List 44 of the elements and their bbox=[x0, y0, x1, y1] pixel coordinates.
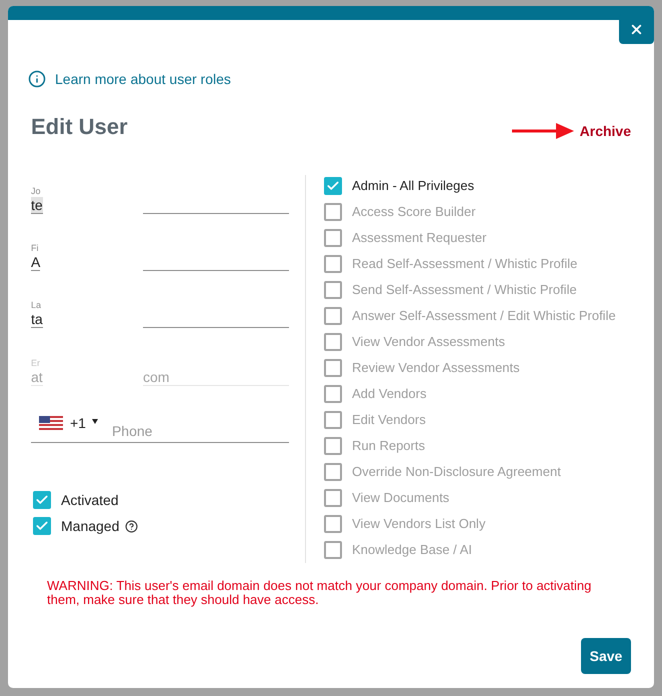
checkbox[interactable] bbox=[33, 491, 51, 509]
checkbox-label: Access Score Builder bbox=[352, 203, 476, 221]
checkbox-label: Override Non-Disclosure Agreement bbox=[352, 463, 561, 481]
field-label: Jo bbox=[31, 186, 41, 197]
checkbox-label: Activated bbox=[61, 491, 119, 509]
check-icon bbox=[35, 493, 49, 507]
checkbox-label: Run Reports bbox=[352, 437, 425, 455]
field-value: te bbox=[31, 197, 43, 214]
country-code: +1 bbox=[70, 414, 86, 432]
field-label: Fi bbox=[31, 243, 38, 254]
checkbox-label: Answer Self-Assessment / Edit Whistic Profile bbox=[352, 307, 616, 325]
check-icon bbox=[326, 179, 340, 193]
field-label: Er bbox=[31, 358, 40, 369]
checkbox[interactable] bbox=[33, 517, 51, 535]
save-button[interactable]: Save bbox=[581, 638, 631, 674]
caret-icon bbox=[92, 419, 98, 424]
checkbox-label: Assessment Requester bbox=[352, 229, 486, 247]
field-label: La bbox=[31, 300, 42, 311]
phone-field[interactable]: +1 Phone bbox=[31, 409, 289, 443]
checkbox-label: View Vendors List Only bbox=[352, 515, 486, 533]
field-value: com bbox=[143, 369, 289, 386]
country-code-select[interactable]: +1 bbox=[39, 413, 98, 433]
flag-icon bbox=[39, 416, 63, 430]
checkbox-label: Admin - All Privileges bbox=[352, 177, 474, 195]
help-icon[interactable] bbox=[125, 520, 138, 532]
checkbox-label: Knowledge Base / AI bbox=[352, 541, 472, 559]
check-icon bbox=[35, 519, 49, 533]
checkbox-label: Review Vendor Assessments bbox=[352, 359, 520, 377]
dialog-title: Edit User bbox=[31, 113, 128, 141]
phone-input[interactable]: Phone bbox=[112, 422, 262, 440]
field-value: A bbox=[31, 254, 40, 271]
checkbox[interactable] bbox=[324, 177, 342, 195]
warning-message: WARNING: This user's email domain does not match your company domain. Prior to activating them, make sure that they should have access. bbox=[47, 579, 592, 607]
checkbox-label: Send Self-Assessment / Whistic Profile bbox=[352, 281, 577, 299]
checkbox-label: Read Self-Assessment / Whistic Profile bbox=[352, 255, 578, 273]
checkbox-label: View Vendor Assessments bbox=[352, 333, 505, 351]
archive-button[interactable]: Archive bbox=[580, 122, 631, 140]
checkbox-label: Managed bbox=[61, 517, 120, 535]
checkbox-label: Add Vendors bbox=[352, 385, 426, 403]
checkbox-label: Edit Vendors bbox=[352, 411, 426, 429]
info-icon bbox=[28, 70, 46, 88]
learn-more-link[interactable]: Learn more about user roles bbox=[28, 69, 231, 89]
pointer-arrow-icon bbox=[512, 123, 574, 139]
checkbox-label: View Documents bbox=[352, 489, 450, 507]
